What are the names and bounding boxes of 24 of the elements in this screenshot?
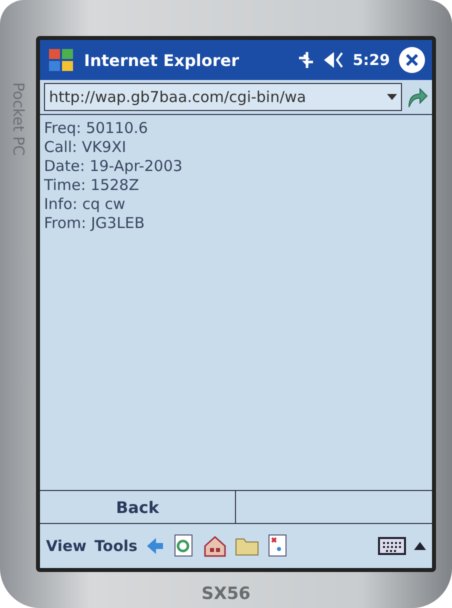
info-line: Info: cq cw: [44, 195, 126, 214]
info-line: From: JG3LEB: [44, 214, 146, 233]
page-icon[interactable]: [267, 534, 290, 558]
device-model-label: SX56: [201, 584, 250, 604]
menu-item[interactable]: Tools: [94, 537, 138, 555]
info-line: Freq: 50110.6: [44, 119, 149, 138]
menu-item[interactable]: View: [46, 537, 87, 555]
close-icon[interactable]: [398, 46, 426, 74]
clock-time[interactable]: 5:29: [352, 51, 390, 69]
refresh-page-icon[interactable]: [173, 534, 196, 558]
address-field[interactable]: http://wap.gb7baa.com/cgi-bin/wa: [44, 83, 402, 111]
speaker-icon[interactable]: [322, 50, 345, 70]
caret-up-icon[interactable]: [414, 542, 426, 550]
go-arrow-icon[interactable]: [406, 85, 428, 109]
back-arrow-icon[interactable]: [145, 536, 166, 556]
dropdown-caret-icon[interactable]: [387, 94, 397, 100]
info-line: Time: 1528Z: [44, 176, 140, 195]
window-title: Internet Explorer: [84, 50, 240, 70]
softkey[interactable]: Back: [40, 491, 236, 523]
info-line: Date: 19-Apr-2003: [44, 157, 184, 176]
home-icon[interactable]: [203, 534, 228, 558]
info-line: Call: VK9XI: [44, 138, 128, 157]
start-flag-icon[interactable]: [46, 46, 76, 74]
keyboard-icon[interactable]: [378, 537, 406, 555]
